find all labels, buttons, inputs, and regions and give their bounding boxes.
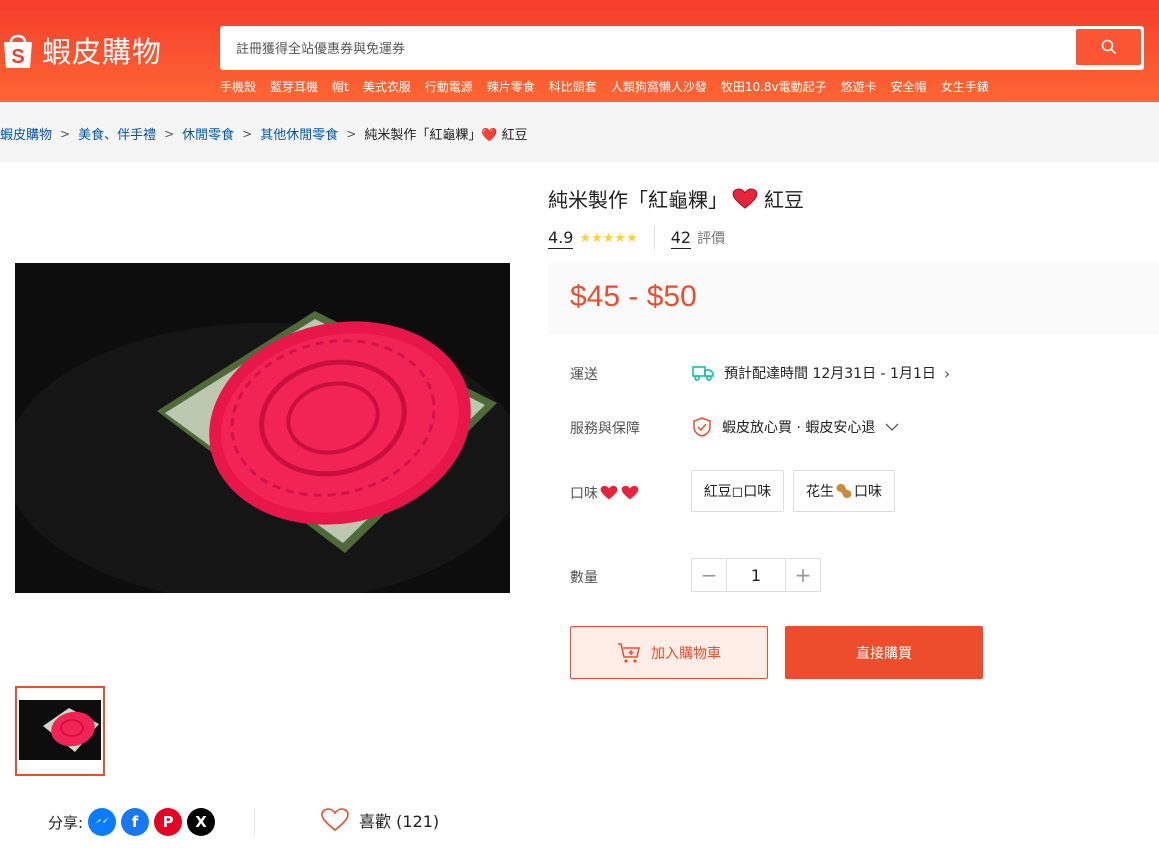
breadcrumb-current: 純米製作「紅龜粿」❤️ 紅豆: [364, 128, 528, 143]
breadcrumb-category[interactable]: 其他休閒零食: [260, 124, 338, 143]
flavor-label: 口味: [570, 483, 639, 503]
flavor-label-text: 口味: [570, 486, 598, 502]
hotword-link[interactable]: 行動電源: [425, 78, 473, 95]
share-label: 分享:: [48, 813, 84, 832]
search-input[interactable]: [234, 26, 1058, 72]
pinterest-icon[interactable]: P: [154, 808, 183, 836]
buy-now-label: 直接購買: [856, 645, 912, 662]
search-icon: [1101, 39, 1116, 55]
cart-add-icon: [618, 642, 640, 663]
x-icon[interactable]: X: [187, 808, 216, 836]
breadcrumb-bar: 蝦皮購物 > 美食、伴手禮 > 休閒零食 > 其他休閒零食 > 純米製作「紅龜粿…: [0, 102, 1159, 162]
shipping-info[interactable]: 預計配達時間 12月31日 - 1月1日 ›: [692, 363, 950, 383]
red-tortoise-cake-photo: [15, 263, 510, 593]
hotword-link[interactable]: 安全帽: [891, 78, 927, 95]
rating-row: 4.9 ★★★★★ 42 評價: [548, 226, 725, 250]
add-to-cart-button[interactable]: 加入購物車: [570, 626, 768, 679]
red-heart-icon: [621, 485, 639, 500]
hotword-link[interactable]: 人類狗窩懶人沙發: [611, 78, 707, 95]
add-to-cart-label: 加入購物車: [651, 645, 721, 662]
hotword-link[interactable]: 辣片零食: [487, 78, 535, 95]
thumbnail-image: [19, 700, 101, 760]
star-rating-icon: ★★★★★: [579, 230, 638, 246]
buy-now-button[interactable]: 直接購買: [785, 626, 983, 679]
facebook-icon[interactable]: f: [121, 808, 150, 836]
share-row: 分享: f P X: [48, 808, 216, 836]
flavor-option-label: 口味: [854, 484, 882, 500]
flavor-option-label: 花生: [806, 484, 834, 500]
like-count: 喜歡 (121): [359, 812, 440, 831]
chevron-right-icon: >: [60, 126, 71, 141]
truck-icon: [692, 366, 714, 381]
red-heart-icon: [600, 485, 618, 500]
flavor-option-peanut[interactable]: 花生 口味: [793, 470, 895, 512]
hotword-link[interactable]: 牧田10.8v電動起子: [721, 78, 827, 95]
shopee-logo[interactable]: S 蝦皮購物: [0, 28, 162, 72]
quantity-stepper: − 1 +: [691, 558, 821, 592]
hotword-link[interactable]: 藍芽耳機: [270, 78, 318, 95]
heart-icon: [321, 808, 349, 832]
review-count[interactable]: 42: [670, 228, 692, 249]
price-section: $45 - $50: [548, 262, 1159, 334]
divider: [653, 226, 655, 250]
header: S 蝦皮購物 手機殼 藍芽耳機 帽t 美式衣服 行動電源 辣片零食 科比頭套 人…: [0, 0, 1159, 102]
chevron-down-icon: [885, 423, 899, 431]
shipping-label: 運送: [570, 367, 598, 383]
product-title: 純米製作「紅龜粿」 紅豆: [548, 184, 804, 213]
flavor-option-red-bean[interactable]: 紅豆◻︎口味: [691, 470, 784, 512]
hotword-link[interactable]: 女生手錶: [941, 78, 989, 95]
shopping-bag-icon: S: [4, 34, 32, 68]
service-info[interactable]: 蝦皮放心買 · 蝦皮安心退: [692, 417, 899, 437]
messenger-icon[interactable]: [88, 808, 117, 836]
breadcrumb-category[interactable]: 美食、伴手禮: [78, 124, 156, 143]
search-button[interactable]: [1076, 29, 1141, 65]
quantity-decrease-button[interactable]: −: [692, 559, 726, 591]
product-title-suffix: 紅豆: [764, 188, 804, 212]
hotword-link[interactable]: 美式衣服: [363, 78, 411, 95]
quantity-label: 數量: [570, 570, 598, 586]
brand-name: 蝦皮購物: [42, 35, 163, 69]
breadcrumb-home[interactable]: 蝦皮購物: [0, 124, 52, 143]
review-label: 評價: [697, 231, 726, 247]
thumbnail-active[interactable]: [15, 686, 105, 776]
chevron-right-icon: >: [164, 126, 175, 141]
service-value: 蝦皮放心買 · 蝦皮安心退: [722, 420, 876, 436]
hotword-link[interactable]: 科比頭套: [549, 78, 597, 95]
product-title-text: 純米製作「紅龜粿」: [548, 188, 728, 212]
hotword-link[interactable]: 手機殼: [220, 78, 256, 95]
flavor-option-label: 紅豆◻︎口味: [703, 484, 772, 500]
rating-score[interactable]: 4.9: [548, 228, 574, 249]
breadcrumb: 蝦皮購物 > 美食、伴手禮 > 休閒零食 > 其他休閒零食 > 純米製作「紅龜粿…: [0, 124, 528, 144]
quantity-input[interactable]: 1: [726, 559, 786, 591]
breadcrumb-category[interactable]: 休閒零食: [182, 124, 234, 143]
like-button[interactable]: 喜歡 (121): [321, 808, 439, 832]
red-heart-icon: [732, 187, 758, 209]
price: $45 - $50: [570, 280, 697, 313]
search-bar: [220, 26, 1144, 72]
shipping-value: 預計配達時間 12月31日 - 1月1日: [724, 366, 936, 382]
shield-icon: [693, 417, 711, 437]
peanut-icon: [836, 484, 852, 498]
product-image[interactable]: [15, 263, 510, 593]
chevron-right-icon: >: [242, 126, 253, 141]
service-label: 服務與保障: [570, 421, 640, 437]
svg-text:S: S: [11, 46, 24, 68]
hot-keywords: 手機殼 藍芽耳機 帽t 美式衣服 行動電源 辣片零食 科比頭套 人類狗窩懶人沙發…: [220, 78, 989, 95]
divider: [254, 808, 255, 836]
chevron-right-icon: >: [346, 126, 357, 141]
chevron-right-icon: ›: [943, 363, 951, 383]
hotword-link[interactable]: 悠遊卡: [841, 78, 877, 95]
quantity-increase-button[interactable]: +: [786, 559, 820, 591]
hotword-link[interactable]: 帽t: [332, 78, 349, 95]
